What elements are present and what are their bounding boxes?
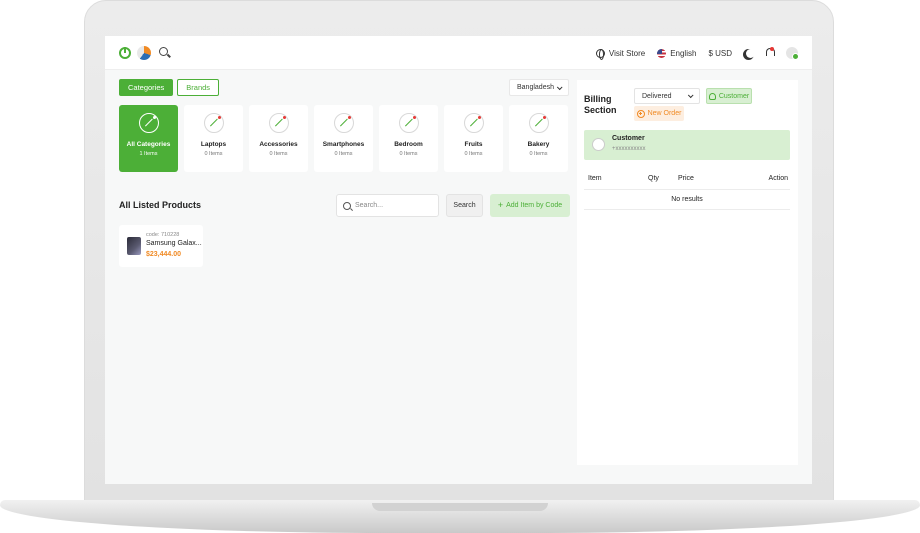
search-icon xyxy=(343,201,351,210)
order-status-value: Delivered xyxy=(642,92,672,100)
category-name: Laptops xyxy=(200,141,227,148)
language-selector[interactable]: English xyxy=(657,48,697,58)
category-count: 0 Items xyxy=(204,151,223,157)
order-status-select[interactable]: Delivered xyxy=(634,88,700,104)
column-item: Item xyxy=(588,175,602,182)
customer-avatar xyxy=(592,138,605,151)
plus-circle-icon xyxy=(636,109,645,118)
top-bar: Visit Store English $ USD xyxy=(105,36,812,70)
search-placeholder: Search... xyxy=(355,202,384,209)
us-flag-icon xyxy=(657,48,667,58)
search-button[interactable]: Search xyxy=(446,194,483,217)
filter-tabs: Categories Brands xyxy=(119,79,220,96)
avatar[interactable] xyxy=(786,47,799,60)
tab-categories[interactable]: Categories xyxy=(119,79,174,96)
empty-state: No results xyxy=(584,190,790,210)
category-name: All Categories xyxy=(126,141,171,148)
plus-icon: + xyxy=(497,200,504,210)
bell-icon[interactable] xyxy=(765,47,775,58)
category-name: Smartphones xyxy=(322,141,365,148)
visit-store-label: Visit Store xyxy=(608,48,646,58)
category-icon xyxy=(333,113,354,133)
category-icon xyxy=(203,113,224,133)
tab-brands[interactable]: Brands xyxy=(177,79,220,96)
products-title: All Listed Products xyxy=(119,200,202,210)
category-name: Bakery xyxy=(527,141,550,148)
category-icon xyxy=(268,113,289,133)
billing-section: Billing Section Delivered Customer New O… xyxy=(577,80,798,465)
column-price: Price xyxy=(678,175,694,182)
category-icon xyxy=(528,113,549,133)
laptop-notch xyxy=(372,503,548,511)
language-label: English xyxy=(670,48,697,58)
category-count: 0 Items xyxy=(529,151,548,157)
product-name: Samsung Galax... xyxy=(146,240,202,247)
pos-screen: Visit Store English $ USD Categories Bra… xyxy=(105,36,812,484)
column-qty: Qty xyxy=(648,175,659,182)
selected-customer-card[interactable]: Customer +xxxxxxxxxx xyxy=(584,130,790,160)
currency-selector[interactable]: $ USD xyxy=(708,49,732,58)
product-search-input[interactable]: Search... xyxy=(336,194,439,217)
category-card-bedroom[interactable]: Bedroom 0 Items xyxy=(379,105,438,172)
category-card-all[interactable]: All Categories 1 Items xyxy=(119,105,178,172)
category-count: 1 Items xyxy=(139,151,158,157)
chevron-down-icon xyxy=(556,83,563,90)
currency-label: $ USD xyxy=(708,48,732,58)
category-name: Accessories xyxy=(259,141,298,148)
category-card-laptops[interactable]: Laptops 0 Items xyxy=(184,105,243,172)
category-name: Fruits xyxy=(464,141,483,148)
category-icon xyxy=(398,113,419,133)
category-count: 0 Items xyxy=(464,151,483,157)
category-icon xyxy=(138,113,159,133)
product-code: code: 710228 xyxy=(146,232,180,238)
laptop-mockup: Visit Store English $ USD Categories Bra… xyxy=(0,0,920,533)
category-card-accessories[interactable]: Accessories 0 Items xyxy=(249,105,308,172)
new-order-button[interactable]: New Order xyxy=(634,106,684,121)
category-card-fruits[interactable]: Fruits 0 Items xyxy=(444,105,503,172)
customer-button-label: Customer xyxy=(718,92,750,100)
customer-phone: +xxxxxxxxxx xyxy=(612,146,646,152)
product-image xyxy=(127,237,141,255)
country-select-value: Bangladesh xyxy=(517,84,554,91)
category-count: 0 Items xyxy=(269,151,288,157)
category-name: Bedroom xyxy=(394,141,423,148)
add-customer-button[interactable]: Customer xyxy=(706,88,752,104)
category-card-bakery[interactable]: Bakery 0 Items xyxy=(509,105,568,172)
moon-icon[interactable] xyxy=(746,49,755,58)
search-icon[interactable] xyxy=(159,47,168,56)
add-item-label: Add Item by Code xyxy=(506,202,563,209)
column-action: Action xyxy=(768,175,788,182)
new-order-label: New Order xyxy=(647,110,682,117)
add-item-by-code-button[interactable]: + Add Item by Code xyxy=(490,194,570,217)
category-count: 0 Items xyxy=(334,151,353,157)
dashboard-logo-icon[interactable] xyxy=(119,47,131,59)
user-plus-icon xyxy=(708,92,716,100)
top-bar-actions: Visit Store English $ USD xyxy=(595,36,799,70)
product-card[interactable]: code: 710228 Samsung Galax... $23,444.00 xyxy=(119,225,203,267)
category-list: All Categories 1 Items Laptops 0 Items A… xyxy=(119,105,568,172)
brand-logo-icon[interactable] xyxy=(137,46,151,60)
customer-name: Customer xyxy=(612,135,645,142)
country-select[interactable]: Bangladesh xyxy=(509,79,569,96)
visit-store-link[interactable]: Visit Store xyxy=(595,48,646,60)
category-count: 0 Items xyxy=(399,151,418,157)
category-icon xyxy=(463,113,484,133)
chevron-down-icon xyxy=(687,92,694,99)
product-price: $23,444.00 xyxy=(146,251,182,258)
globe-icon xyxy=(595,48,605,60)
billing-table-header: Item Qty Price Action xyxy=(584,171,790,190)
category-card-smartphones[interactable]: Smartphones 0 Items xyxy=(314,105,373,172)
billing-title: Billing Section xyxy=(584,94,617,115)
